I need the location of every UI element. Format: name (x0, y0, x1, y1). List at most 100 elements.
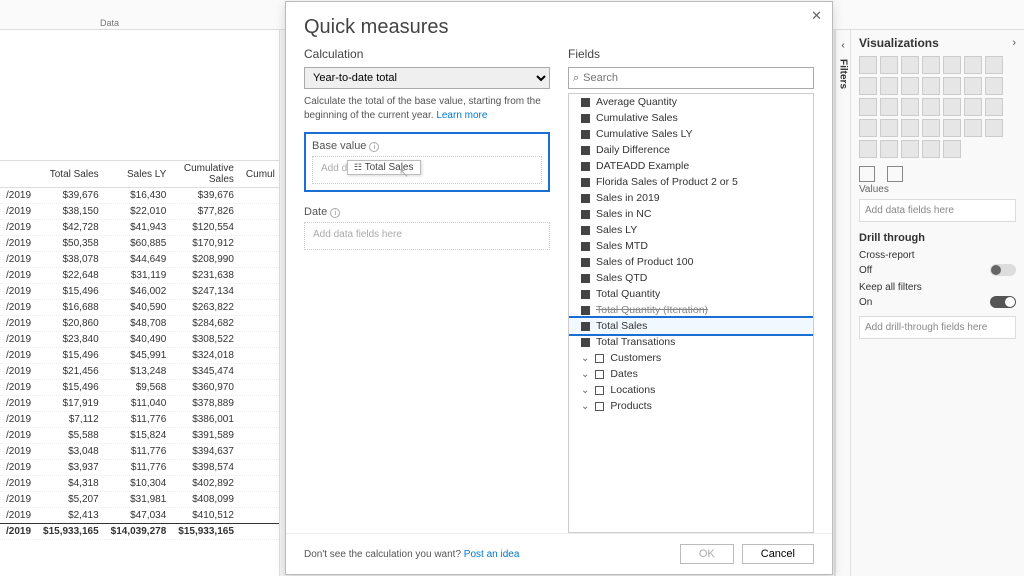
ok-button[interactable]: OK (680, 544, 734, 564)
table-row[interactable]: /2019$42,728$41,943$120,554 (0, 220, 280, 236)
calc-help-text: Calculate the total of the base value, s… (304, 95, 550, 122)
visual-type-icon[interactable] (859, 119, 877, 137)
fields-search[interactable]: ⌕ (568, 67, 814, 89)
visual-type-icon[interactable] (985, 77, 1003, 95)
visual-type-icon[interactable] (859, 56, 877, 74)
visual-type-icon[interactable] (922, 140, 940, 158)
visual-type-icon[interactable] (901, 77, 919, 95)
visual-type-icon[interactable] (985, 98, 1003, 116)
table-row[interactable]: /2019$2,413$47,034$410,512 (0, 508, 280, 524)
fields-tab-icon[interactable] (859, 166, 875, 182)
table-row[interactable]: /2019$38,150$22,010$77,826 (0, 204, 280, 220)
base-value-dropzone[interactable]: Add d Total Sales ↖ (312, 156, 542, 184)
filters-collapsed-tab[interactable]: ‹ Filters (835, 30, 851, 576)
post-idea-link[interactable]: Post an idea (464, 549, 520, 560)
values-well[interactable]: Add data fields here (859, 199, 1016, 222)
visual-type-icon[interactable] (985, 56, 1003, 74)
calculation-select[interactable]: Year-to-date total (304, 67, 550, 89)
visual-type-icon[interactable] (901, 56, 919, 74)
table-row[interactable]: /2019$3,937$11,776$398,574 (0, 460, 280, 476)
visual-type-icon[interactable] (922, 98, 940, 116)
learn-more-link[interactable]: Learn more (436, 110, 487, 121)
visual-type-icon[interactable] (922, 119, 940, 137)
table-row[interactable]: /2019$15,496$9,568$360,970 (0, 380, 280, 396)
table-row[interactable]: /2019$20,860$48,708$284,682 (0, 316, 280, 332)
visual-type-icon[interactable] (964, 56, 982, 74)
date-dropzone[interactable]: Add data fields here (304, 222, 550, 250)
field-measure[interactable]: Cumulative Sales (569, 110, 813, 126)
field-measure[interactable]: Sales in 2019 (569, 190, 813, 206)
visual-type-icon[interactable] (985, 119, 1003, 137)
table-row[interactable]: /2019$23,840$40,490$308,522 (0, 332, 280, 348)
visual-type-icon[interactable] (880, 119, 898, 137)
close-icon[interactable]: ✕ (811, 8, 822, 24)
table-icon (595, 354, 604, 363)
field-measure[interactable]: Cumulative Sales LY (569, 126, 813, 142)
fields-search-input[interactable] (583, 72, 809, 84)
table-row[interactable]: /2019$7,112$11,776$386,001 (0, 412, 280, 428)
visual-type-icon[interactable] (880, 56, 898, 74)
field-measure[interactable]: Sales in NC (569, 206, 813, 222)
field-table[interactable]: Customers (569, 350, 813, 366)
field-table[interactable]: Locations (569, 382, 813, 398)
visual-type-icon[interactable] (859, 77, 877, 95)
visual-type-icon[interactable] (964, 98, 982, 116)
field-measure[interactable]: Sales QTD (569, 270, 813, 286)
drill-through-well[interactable]: Add drill-through fields here (859, 316, 1016, 339)
table-row[interactable]: /2019$17,919$11,040$378,889 (0, 396, 280, 412)
field-measure[interactable]: Sales MTD (569, 238, 813, 254)
table-row[interactable]: /2019$21,456$13,248$345,474 (0, 364, 280, 380)
table-row[interactable]: /2019$15,496$46,002$247,134 (0, 284, 280, 300)
table-row[interactable]: /2019$50,358$60,885$170,912 (0, 236, 280, 252)
visual-type-icon[interactable] (943, 140, 961, 158)
format-tab-icon[interactable] (887, 166, 903, 182)
cancel-button[interactable]: Cancel (742, 544, 814, 564)
table-row[interactable]: /2019$22,648$31,119$231,638 (0, 268, 280, 284)
field-table[interactable]: Products (569, 398, 813, 414)
table-row[interactable]: /2019$5,588$15,824$391,589 (0, 428, 280, 444)
visual-type-icon[interactable] (901, 98, 919, 116)
keep-filters-toggle[interactable] (990, 296, 1016, 308)
table-row[interactable]: /2019$16,688$40,590$263,822 (0, 300, 280, 316)
table-row[interactable]: /2019$4,318$10,304$402,892 (0, 476, 280, 492)
visual-type-icon[interactable] (964, 119, 982, 137)
drag-chip-total-sales[interactable]: Total Sales (347, 160, 421, 175)
field-measure[interactable]: Florida Sales of Product 2 or 5 (569, 174, 813, 190)
sales-table: Total SalesSales LYCumulative SalesCumul… (0, 160, 280, 540)
field-measure[interactable]: DATEADD Example (569, 158, 813, 174)
format-tools (859, 166, 1016, 182)
visual-type-icon[interactable] (859, 140, 877, 158)
table-row[interactable]: /2019$39,676$16,430$39,676 (0, 188, 280, 204)
table-row[interactable]: /2019$5,207$31,981$408,099 (0, 492, 280, 508)
visual-type-icon[interactable] (922, 56, 940, 74)
visual-type-icon[interactable] (943, 77, 961, 95)
visual-type-icon[interactable] (901, 119, 919, 137)
cross-report-toggle[interactable] (990, 264, 1016, 276)
field-measure[interactable]: Total Transations (569, 334, 813, 350)
visual-type-icon[interactable] (964, 77, 982, 95)
field-measure[interactable]: Daily Difference (569, 142, 813, 158)
values-label: Values (859, 184, 1016, 195)
visual-type-icon[interactable] (943, 98, 961, 116)
post-idea-text: Don't see the calculation you want? Post… (304, 549, 519, 560)
field-measure[interactable]: Sales of Product 100 (569, 254, 813, 270)
field-list[interactable]: Average QuantityCumulative SalesCumulati… (568, 93, 814, 533)
chevron-right-icon[interactable]: › (1012, 37, 1016, 49)
field-measure[interactable]: Total Quantity (Iteration) (569, 302, 813, 318)
table-row[interactable]: /2019$3,048$11,776$394,637 (0, 444, 280, 460)
table-row[interactable]: /2019$38,078$44,649$208,990 (0, 252, 280, 268)
field-measure[interactable]: Total Quantity (569, 286, 813, 302)
field-measure[interactable]: Average Quantity (569, 94, 813, 110)
field-measure[interactable]: Sales LY (569, 222, 813, 238)
field-table[interactable]: Dates (569, 366, 813, 382)
table-row[interactable]: /2019$15,496$45,991$324,018 (0, 348, 280, 364)
visual-type-icon[interactable] (880, 140, 898, 158)
visual-type-icon[interactable] (943, 119, 961, 137)
visual-type-icon[interactable] (859, 98, 877, 116)
visual-type-icon[interactable] (943, 56, 961, 74)
visual-type-icon[interactable] (901, 140, 919, 158)
field-measure[interactable]: Total Sales (569, 318, 813, 334)
visual-type-icon[interactable] (880, 77, 898, 95)
visual-type-icon[interactable] (922, 77, 940, 95)
visual-type-icon[interactable] (880, 98, 898, 116)
